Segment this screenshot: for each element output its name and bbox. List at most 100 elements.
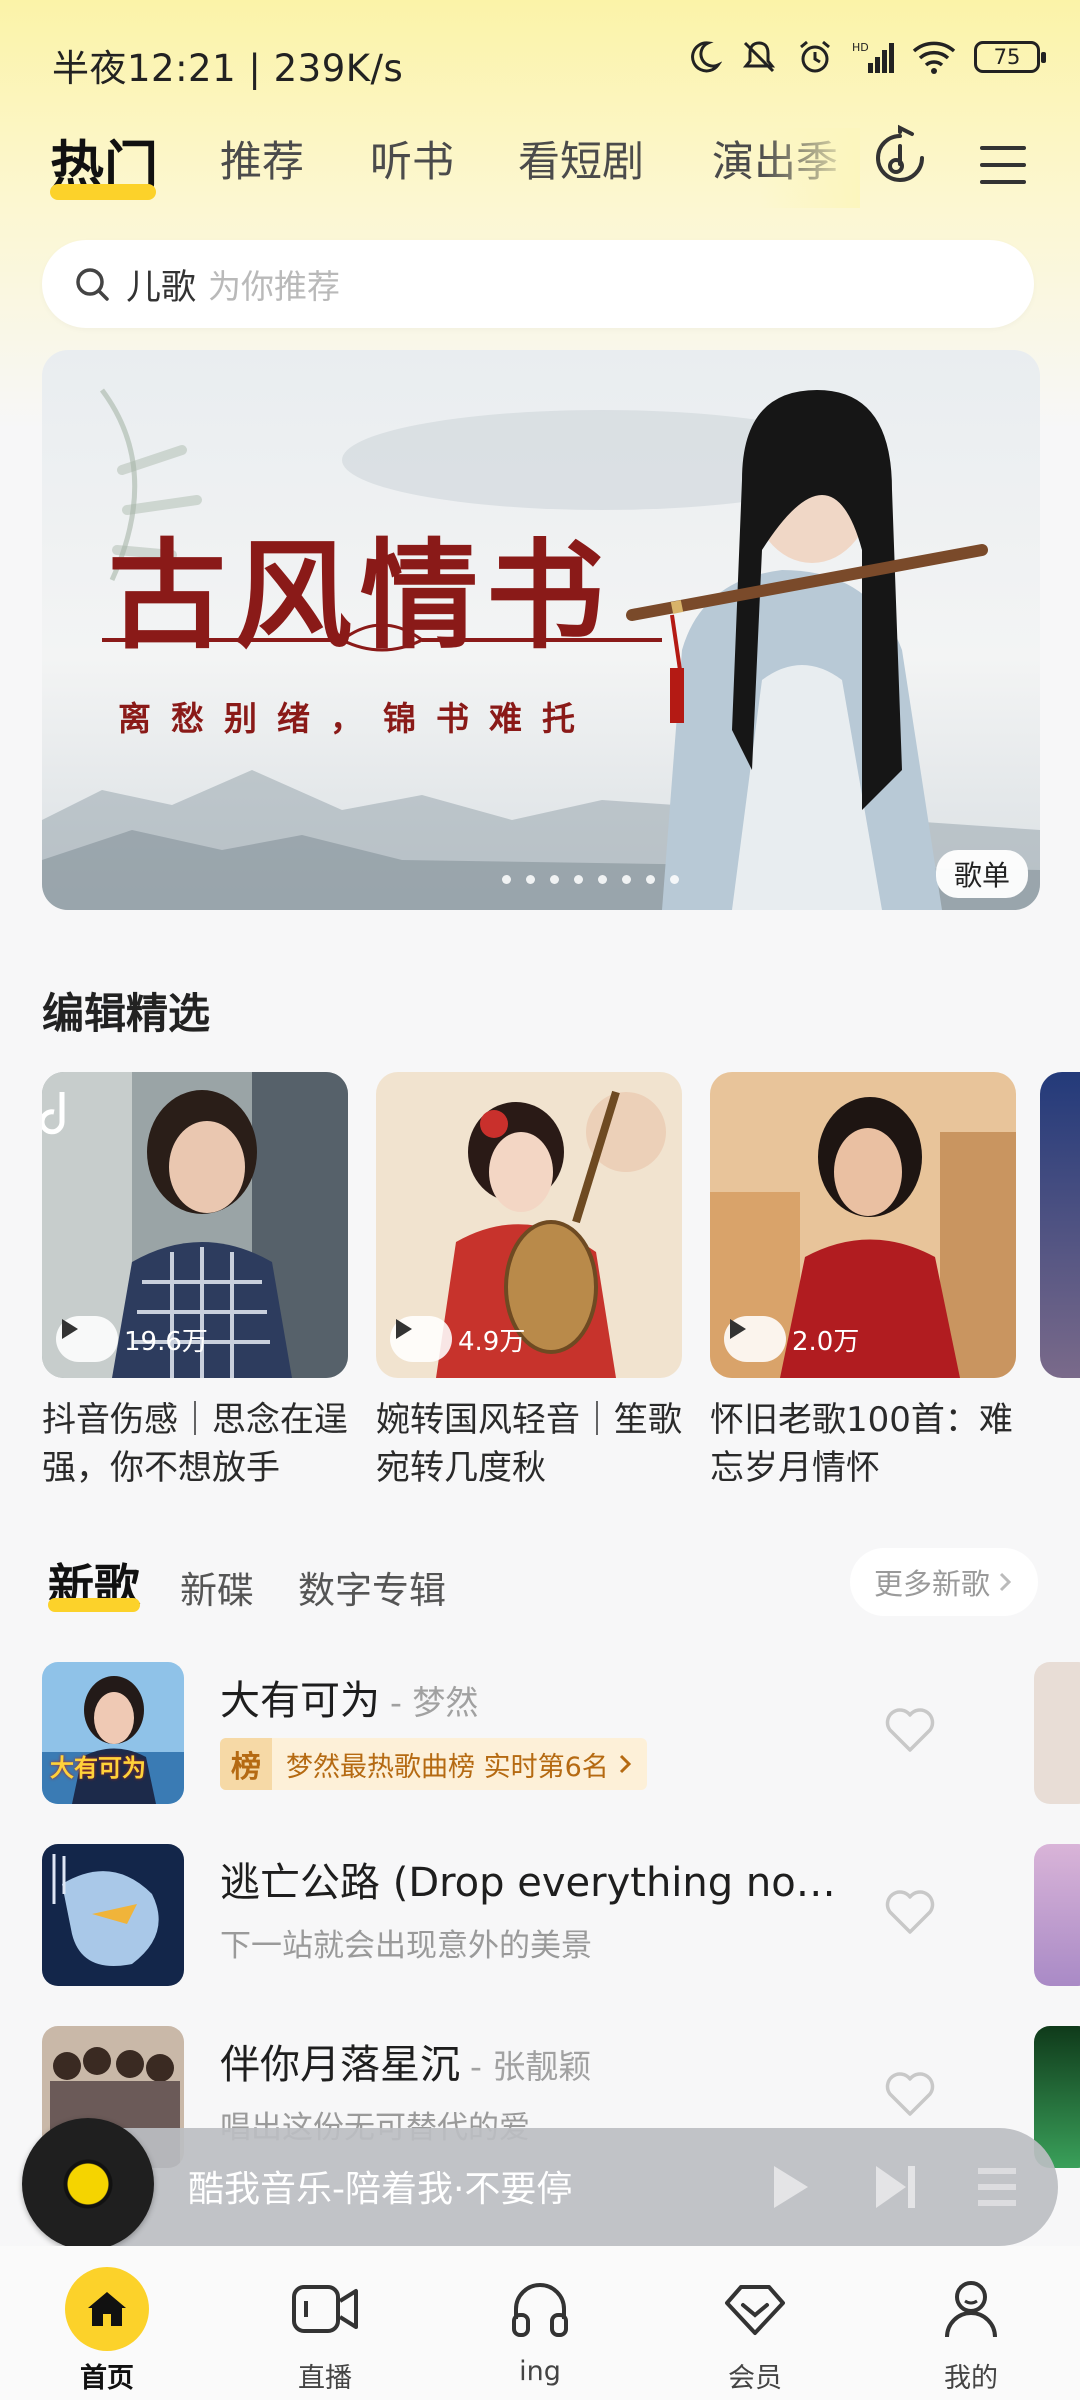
alarm-icon — [800, 40, 830, 73]
favorite-heart-icon[interactable] — [884, 1888, 936, 1936]
song-name: 大有可为 — [220, 1678, 380, 1724]
search-bar[interactable]: 儿歌 为你推荐 — [42, 240, 1034, 328]
tab-new-albums[interactable]: 新碟 — [180, 1560, 254, 1614]
song-title: 大有可为 - 梦然 — [220, 1668, 478, 1726]
new-songs-tab-bar: 新歌 新碟 数字专辑 — [48, 1548, 748, 1618]
new-songs-tab-indicator — [48, 1598, 140, 1612]
favorite-heart-icon[interactable] — [884, 1706, 936, 1754]
favorite-heart-icon[interactable] — [884, 2070, 936, 2118]
banner-title: 古风情书 — [108, 526, 613, 665]
play-count-value: 19.6万 — [124, 1326, 208, 1357]
song-title: 逃亡公路 (Drop everything no… — [220, 1850, 836, 1908]
play-icon[interactable] — [390, 1316, 452, 1362]
playlist-carousel: 19.6万 抖音伤感｜思念在逞强，你不想放手 4.9万 婉转国风轻音｜笙歌宛转几… — [0, 1072, 1080, 1492]
wifi-icon — [912, 41, 956, 74]
user-profile-icon — [945, 2281, 997, 2338]
playlist-card[interactable]: 4.9万 婉转国风轻音｜笙歌宛转几度秋 — [376, 1072, 682, 1492]
tab-digital-albums[interactable]: 数字专辑 — [298, 1560, 446, 1614]
album-peek[interactable] — [1034, 1662, 1080, 1804]
playlist-card-peek[interactable] — [1040, 1072, 1080, 1378]
battery-icon: 75 — [974, 41, 1046, 73]
mute-bell-icon — [742, 41, 776, 73]
top-tab-bar: 热门 推荐 听书 看短剧 演出季 — [50, 128, 860, 208]
mini-player[interactable]: 酷我音乐-陪着我·不要停 — [22, 2118, 1058, 2250]
signal-icon: HD — [852, 41, 894, 73]
song-row[interactable]: 逃亡公路 (Drop everything no… 下一站就会出现意外的美景 — [42, 1844, 1042, 1994]
vinyl-disc-icon[interactable] — [22, 2118, 154, 2250]
moon-icon — [691, 41, 722, 73]
chevron-right-icon — [999, 1572, 1012, 1592]
tab-recommend[interactable]: 推荐 — [220, 128, 304, 189]
nav-ing-label: ing — [519, 2356, 561, 2387]
more-new-songs-button[interactable]: 更多新歌 — [850, 1548, 1038, 1616]
play-icon[interactable] — [768, 2162, 812, 2212]
nav-live[interactable]: 直播 — [250, 2266, 400, 2395]
headphones-icon — [512, 2283, 568, 2337]
song-cover — [42, 1844, 184, 1986]
song-cover-text: 大有可为 — [50, 1754, 146, 1782]
banner-tag: 歌单 — [935, 850, 1028, 898]
search-hint: 为你推荐 — [208, 267, 341, 306]
playlist-cover: 19.6万 — [42, 1072, 348, 1378]
nav-home-label: 首页 — [80, 2363, 134, 2394]
nav-vip[interactable]: 会员 — [680, 2266, 830, 2395]
playlist-title: 婉转国风轻音｜笙歌宛转几度秋 — [376, 1400, 682, 1488]
banner-dot — [550, 875, 559, 884]
play-count: 19.6万 — [56, 1316, 208, 1362]
playlist-title: 抖音伤感｜思念在逞强，你不想放手 — [42, 1400, 348, 1488]
banner-subtitle: 离愁别绪，锦书难托 — [118, 699, 595, 738]
nav-live-label: 直播 — [298, 2363, 352, 2394]
nav-mine[interactable]: 我的 — [896, 2266, 1046, 2395]
banner-dot — [670, 875, 679, 884]
play-count: 4.9万 — [390, 1316, 525, 1362]
play-count-value: 4.9万 — [458, 1326, 526, 1357]
menu-icon[interactable] — [978, 140, 1028, 190]
album-peek[interactable] — [1034, 1844, 1080, 1986]
banner-dot — [502, 875, 511, 884]
tab-audiobook[interactable]: 听书 — [370, 128, 454, 189]
playlist-card[interactable]: 19.6万 抖音伤感｜思念在逞强，你不想放手 — [42, 1072, 348, 1492]
play-count: 2.0万 — [724, 1316, 859, 1362]
rank-mark: 榜 — [220, 1738, 272, 1790]
play-icon[interactable] — [724, 1316, 786, 1362]
playlist-queue-icon[interactable] — [974, 2162, 1020, 2212]
rank-badge[interactable]: 榜 梦然最热歌曲榜 实时第6名 — [220, 1738, 647, 1790]
banner-dot — [526, 875, 535, 884]
chevron-right-icon — [619, 1754, 631, 1774]
banner-dot — [622, 875, 631, 884]
banner-dot — [646, 875, 655, 884]
song-artist: - 梦然 — [390, 1683, 479, 1722]
next-track-icon[interactable] — [872, 2162, 920, 2212]
song-subtitle: 下一站就会出现意外的美景 — [220, 1928, 592, 1964]
search-icon — [76, 268, 109, 301]
nav-home[interactable]: 首页 — [32, 2266, 182, 2395]
tab-short-drama[interactable]: 看短剧 — [518, 128, 644, 189]
nav-mine-label: 我的 — [944, 2363, 998, 2394]
banner-pagination — [502, 875, 679, 884]
banner-dot — [598, 875, 607, 884]
playlist-cover: 4.9万 — [376, 1072, 682, 1378]
banner-dot — [574, 875, 583, 884]
status-bar: 半夜12:21 | 239K/s HD 75 — [0, 30, 1080, 100]
play-count-value: 2.0万 — [792, 1326, 860, 1357]
voice-search-icon[interactable] — [870, 124, 930, 200]
more-new-songs-label: 更多新歌 — [873, 1567, 990, 1601]
song-cover: 大有可为 — [42, 1662, 184, 1804]
section-title-editor-picks: 编辑精选 — [42, 989, 211, 1038]
promo-banner[interactable]: 古风情书 离愁别绪，锦书难托 歌单 — [42, 350, 1040, 910]
song-title: 伴你月落星沉 - 张靓颖 — [220, 2032, 591, 2090]
playlist-cover — [1040, 1072, 1080, 1378]
bottom-navigation: 首页 直播 ing 会员 我的 — [0, 2246, 1080, 2400]
now-playing-text: 酷我音乐-陪着我·不要停 — [188, 2169, 573, 2210]
playlist-card[interactable]: 2.0万 怀旧老歌100首：难忘岁月情怀 — [710, 1072, 1016, 1492]
song-row[interactable]: 大有可为 大有可为 - 梦然 榜 梦然最热歌曲榜 实时第6名 — [42, 1662, 1042, 1812]
svg-text:HD: HD — [852, 41, 869, 54]
song-name: 逃亡公路 (Drop everything no… — [220, 1860, 836, 1906]
song-artist: - 张靓颖 — [470, 2047, 592, 2086]
playlist-title: 怀旧老歌100首：难忘岁月情怀 — [710, 1400, 1013, 1488]
diamond-icon — [725, 2285, 785, 2335]
active-tab-indicator — [50, 184, 156, 200]
playlist-cover: 2.0万 — [710, 1072, 1016, 1378]
nav-ing[interactable]: ing — [465, 2266, 615, 2387]
play-icon[interactable] — [56, 1316, 118, 1362]
